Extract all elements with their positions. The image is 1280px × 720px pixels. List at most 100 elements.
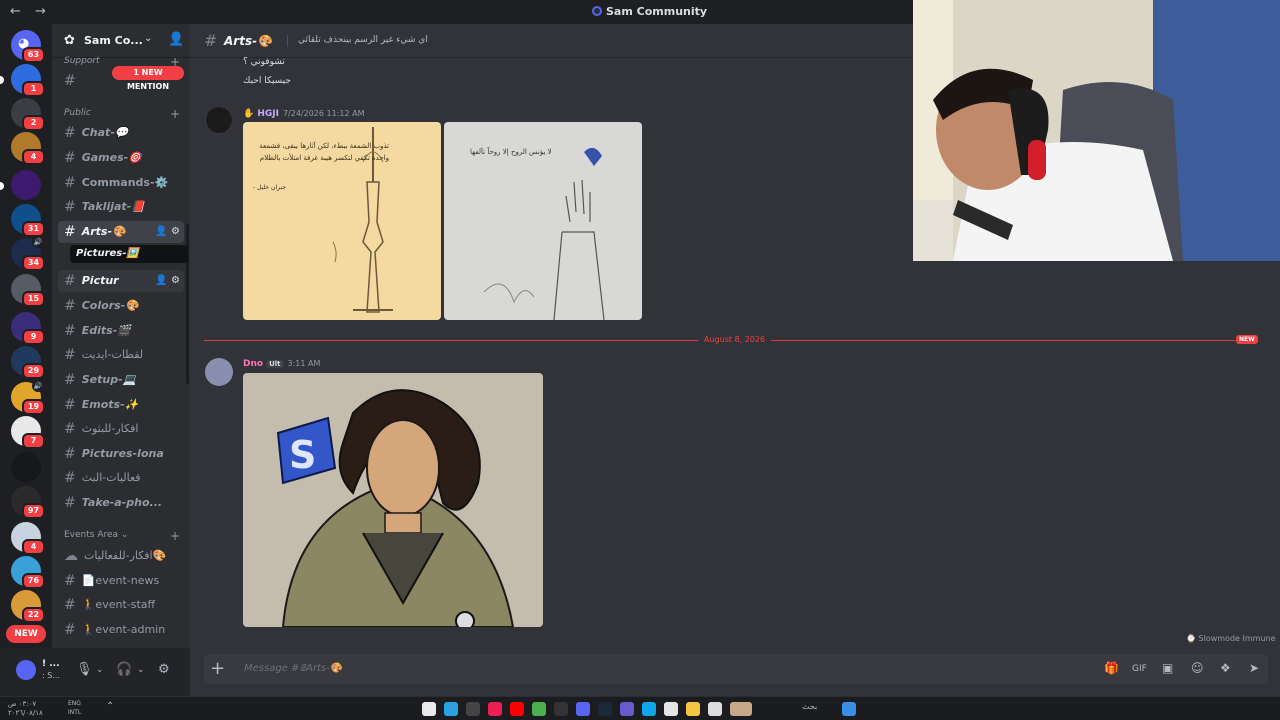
user-avatar[interactable] [16, 660, 36, 680]
server-icon[interactable] [0, 170, 41, 200]
gift-icon[interactable]: 🎁 [1104, 661, 1119, 675]
forward-icon[interactable]: → [35, 4, 46, 19]
home-button[interactable]: ◕ 63 [11, 30, 45, 63]
taskbar-app-icon[interactable] [422, 702, 436, 716]
message-author[interactable]: ✋ HGJI 7/24/2026 11:12 AM [243, 109, 365, 119]
server-icon[interactable]: 4 [11, 522, 45, 555]
channel-item[interactable]: # Emots-✨ [58, 394, 184, 416]
taskbar-app-icon[interactable] [554, 702, 568, 716]
channel-item-hover[interactable]: # Pictur 👤 ⚙ [58, 270, 184, 292]
sticker-icon[interactable]: ▣ [1162, 661, 1173, 675]
server-icon[interactable]: 🔊 34 [11, 236, 45, 271]
channel-item[interactable]: # Taklijat-📕 [58, 196, 184, 218]
channel-item[interactable]: # Setup-💻 [58, 369, 184, 391]
attach-plus-icon[interactable]: + [210, 658, 225, 679]
message-composer: + Message #𝕾Arts-🎨 🎁 GIF ▣ ☺ ❖ ➤ [204, 654, 1268, 684]
server-icon[interactable]: 4 [11, 132, 45, 165]
add-user-icon[interactable]: 👤 [168, 32, 184, 47]
start-icon[interactable] [842, 702, 856, 716]
server-icon[interactable]: 76 [11, 556, 45, 589]
discord-icon[interactable] [576, 702, 590, 716]
message-author[interactable]: Dno Ult 3:11 AM [243, 359, 320, 369]
message-input[interactable]: Message #𝕾Arts-🎨 [244, 663, 342, 674]
send-icon[interactable]: ➤ [1249, 661, 1259, 675]
avatar[interactable] [205, 106, 233, 134]
taskbar-app-icon[interactable] [620, 702, 634, 716]
channel-tools[interactable]: 👤 ⚙ [155, 270, 180, 292]
channel-item[interactable]: # Commands-⚙️ [58, 172, 184, 194]
taskbar-app-icon[interactable] [730, 702, 752, 716]
microphone-icon[interactable]: 🎙 [76, 662, 93, 677]
chrome-icon[interactable] [532, 702, 546, 716]
category-public[interactable]: Public + [64, 107, 180, 121]
add-channel-icon[interactable]: + [170, 107, 180, 121]
hash-icon: # [64, 470, 76, 486]
server-icon[interactable]: 2 [11, 98, 45, 131]
back-icon[interactable]: ← [10, 4, 21, 19]
channel-item[interactable]: # 🚶event-admin [58, 619, 184, 641]
attachment-image[interactable]: S [243, 373, 543, 627]
clock-date: ٢٠٢٦/٠٨/١٨ [8, 709, 43, 717]
message-text: جيسيكا احبك [243, 76, 291, 86]
server-icon[interactable]: 15 [11, 274, 45, 307]
emoji-icon[interactable]: ☺ [1191, 661, 1204, 675]
channel-item[interactable]: # Chat-💬 [58, 122, 184, 144]
server-icon[interactable]: 29 [11, 346, 45, 379]
youtube-icon[interactable] [510, 702, 524, 716]
server-header[interactable]: ✿ Sam Co... ⌄ 👤 [52, 24, 190, 58]
steam-icon[interactable] [598, 702, 612, 716]
taskbar-app-icon[interactable] [466, 702, 480, 716]
channel-item-active[interactable]: # Arts-🎨 👤 ⚙ [58, 221, 184, 243]
hash-icon: # [64, 446, 76, 462]
channel-item[interactable]: # لقطات-ايديت [58, 344, 184, 366]
taskbar-app-icon[interactable] [664, 702, 678, 716]
category-events[interactable]: Events Area ⌄ + [64, 529, 180, 543]
channel-item[interactable]: # Edits-🎬 [58, 320, 184, 342]
channel-item[interactable]: ☁ افكار-للفعاليات🎨 [58, 545, 184, 567]
server-icon[interactable]: 31 [11, 204, 45, 237]
channel-item[interactable]: # Pictures-lona [58, 443, 184, 465]
taskbar-app-icon[interactable] [444, 702, 458, 716]
attachment-image[interactable]: لا يؤنس الروح إلا روحاً تآلفها [444, 122, 642, 320]
channel-item[interactable]: # فعاليات-البث [58, 467, 184, 489]
unread-badge: 7 [22, 433, 45, 449]
category-support[interactable]: Support + [64, 55, 180, 69]
channel-item[interactable]: # Games-🎯 [58, 147, 184, 169]
channel-item[interactable]: # 🚶event-staff [58, 594, 184, 616]
search-box[interactable]: بحث [802, 702, 817, 711]
server-icon[interactable]: 7 [11, 416, 45, 449]
file-explorer-icon[interactable] [686, 702, 700, 716]
gear-icon[interactable]: ⚙ [158, 662, 170, 677]
server-icon[interactable]: 22 [11, 590, 45, 623]
channel-item[interactable]: # 📄event-news [58, 570, 184, 592]
add-channel-icon[interactable]: + [170, 529, 180, 543]
server-icon[interactable]: 1 [0, 64, 45, 97]
chevron-down-icon[interactable]: ⌄ [96, 665, 104, 675]
channel-item[interactable]: # افكار-للبثوث [58, 418, 184, 440]
apps-icon[interactable]: ❖ [1220, 661, 1231, 675]
channel-item[interactable]: # Colors-🎨 [58, 295, 184, 317]
server-icon[interactable]: 9 [11, 312, 45, 345]
channel-tools[interactable]: 👤 ⚙ [155, 221, 180, 243]
server-icon[interactable]: 🔊 19 [11, 380, 45, 415]
language-indicator[interactable]: ENG [68, 700, 81, 707]
edge-icon[interactable] [642, 702, 656, 716]
new-mention-pill[interactable]: 1 NEW MENTION [112, 66, 184, 91]
unread-badge: 22 [22, 607, 45, 623]
taskbar-app-icon[interactable] [708, 702, 722, 716]
server-icon[interactable]: 97 [11, 486, 45, 519]
hash-icon: # [64, 597, 76, 613]
chevron-down-icon: ⌄ [144, 33, 153, 44]
headphones-icon[interactable]: 🎧 [116, 662, 132, 677]
channel-item[interactable]: # Take-a-pho... [58, 492, 184, 514]
new-servers-pill[interactable]: NEW [6, 625, 46, 643]
tiktok-icon[interactable] [488, 702, 502, 716]
taskbar: ٠٣:٠٧ ص ٢٠٢٦/٠٨/١٨ ENG INTL ⌃ بحث [0, 696, 1280, 720]
chevron-down-icon[interactable]: ⌄ [137, 665, 145, 675]
gif-icon[interactable]: GIF [1132, 664, 1147, 674]
avatar[interactable] [205, 358, 233, 386]
hash-icon: # [64, 421, 76, 437]
server-icon[interactable] [11, 452, 41, 482]
attachment-image[interactable]: تذوب الشمعة ببطء، لكن آثارها يبقى، فشمعة… [243, 122, 441, 320]
tray-chevron-icon[interactable]: ⌃ [106, 701, 114, 712]
